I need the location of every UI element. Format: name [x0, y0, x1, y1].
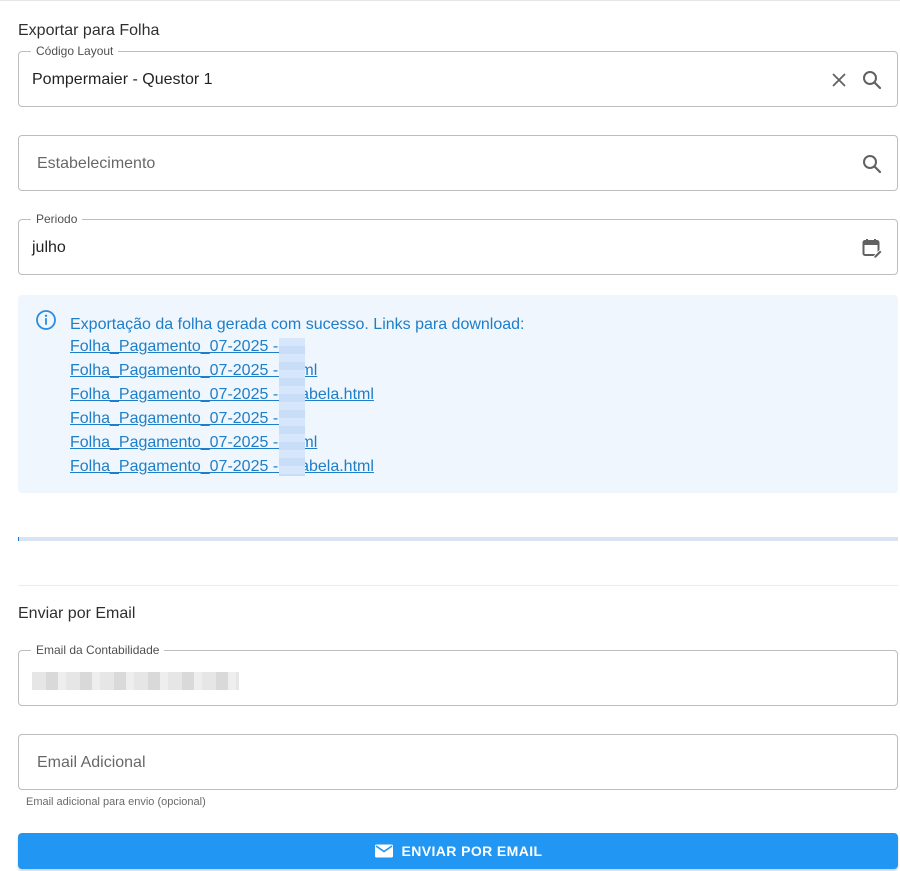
- estabelecimento-placeholder: Estabelecimento: [37, 155, 156, 172]
- list-item: Folha_Pagamento_07-2025 - .html: [70, 359, 374, 383]
- email-adicional-placeholder: Email Adicional: [37, 754, 146, 771]
- list-item: Folha_Pagamento_07-2025 - - Tabela.html: [70, 455, 374, 479]
- download-link[interactable]: Folha_Pagamento_07-2025 - - Tabela.html: [70, 458, 374, 475]
- layout-code-value[interactable]: Pompermaier - Questor 1: [32, 70, 213, 90]
- search-icon[interactable]: [860, 68, 884, 92]
- redacted-block: [279, 338, 305, 476]
- section-divider: [18, 585, 898, 586]
- success-alert: Exportação da folha gerada com sucesso. …: [18, 295, 898, 493]
- export-section-title: Exportar para Folha: [18, 22, 160, 39]
- download-link[interactable]: Folha_Pagamento_07-2025 - .txt: [70, 338, 304, 355]
- email-contabilidade-field[interactable]: Email da Contabilidade: [18, 643, 898, 706]
- email-section-title: Enviar por Email: [18, 605, 136, 622]
- progress-fill: [18, 537, 19, 541]
- periodo-label: Periodo: [31, 212, 83, 226]
- layout-code-label: Código Layout: [31, 44, 119, 58]
- send-email-label: ENVIAR POR EMAIL: [401, 843, 543, 859]
- info-icon: [35, 309, 57, 331]
- list-item: Folha_Pagamento_07-2025 - .html: [70, 431, 374, 455]
- clear-icon[interactable]: [827, 68, 851, 92]
- search-icon[interactable]: [860, 152, 884, 176]
- alert-message: Exportação da folha gerada com sucesso. …: [70, 316, 525, 333]
- periodo-field[interactable]: Periodo julho: [18, 212, 898, 275]
- export-form-page: Exportar para Folha Código Layout Pomper…: [0, 0, 900, 871]
- send-email-button[interactable]: ENVIAR POR EMAIL: [18, 833, 898, 869]
- list-item: Folha_Pagamento_07-2025 - .txt: [70, 335, 374, 359]
- periodo-value[interactable]: julho: [32, 238, 66, 258]
- progress-bar: [18, 537, 898, 541]
- download-link[interactable]: Folha_Pagamento_07-2025 - .txt: [70, 410, 304, 427]
- list-item: Folha_Pagamento_07-2025 - .txt: [70, 407, 374, 431]
- mail-icon: [374, 841, 394, 861]
- email-adicional-helper: Email adicional para envio (opcional): [26, 796, 206, 808]
- download-links-list: Folha_Pagamento_07-2025 - .txt Folha_Pag…: [70, 335, 374, 479]
- email-adicional-field[interactable]: Email Adicional: [18, 734, 898, 790]
- redacted-email-value[interactable]: [32, 672, 239, 690]
- layout-code-field[interactable]: Código Layout Pompermaier - Questor 1: [18, 44, 898, 107]
- email-contabilidade-label: Email da Contabilidade: [31, 643, 165, 657]
- list-item: Folha_Pagamento_07-2025 - - Tabela.html: [70, 383, 374, 407]
- calendar-edit-icon[interactable]: [860, 236, 884, 260]
- download-link[interactable]: Folha_Pagamento_07-2025 - - Tabela.html: [70, 386, 374, 403]
- estabelecimento-field[interactable]: Estabelecimento: [18, 135, 898, 191]
